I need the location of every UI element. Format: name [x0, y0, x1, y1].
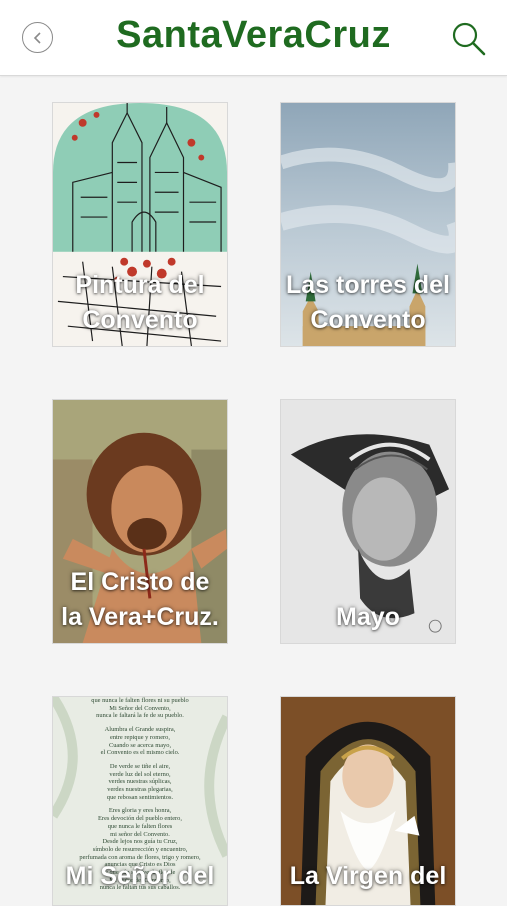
app-header: SantaVeraCruz — [0, 0, 507, 76]
gallery-item-pintura-del-convento[interactable]: Pintura del Convento — [52, 102, 228, 347]
gallery-grid: Pintura del Convento Las torres del Conv… — [0, 76, 507, 906]
gallery-item-label: Pintura del Convento — [75, 271, 205, 334]
search-button[interactable] — [450, 20, 488, 58]
gallery-item-mi-senor-del[interactable]: que nunca le falten flores ni su pueblo … — [52, 696, 228, 906]
search-icon — [452, 22, 486, 56]
gallery-item-el-cristo-de-la-vera-cruz[interactable]: El Cristo de la Vera+Cruz. — [52, 399, 228, 644]
gallery-item-label: Las torres del Convento — [286, 271, 450, 334]
gallery-item-label: El Cristo de la Vera+Cruz. — [61, 568, 219, 631]
gallery-item-label: La Virgen del — [289, 862, 447, 890]
gallery-item-label: Mayo — [336, 603, 400, 631]
gallery-item-mayo[interactable]: Mayo — [280, 399, 456, 644]
gallery-item-label: Mi Señor del — [65, 862, 215, 890]
page-title: SantaVeraCruz — [116, 14, 391, 56]
gallery-item-la-virgen-del[interactable]: La Virgen del — [280, 696, 456, 906]
gallery-item-las-torres-del-convento[interactable]: Las torres del Convento — [280, 102, 456, 347]
